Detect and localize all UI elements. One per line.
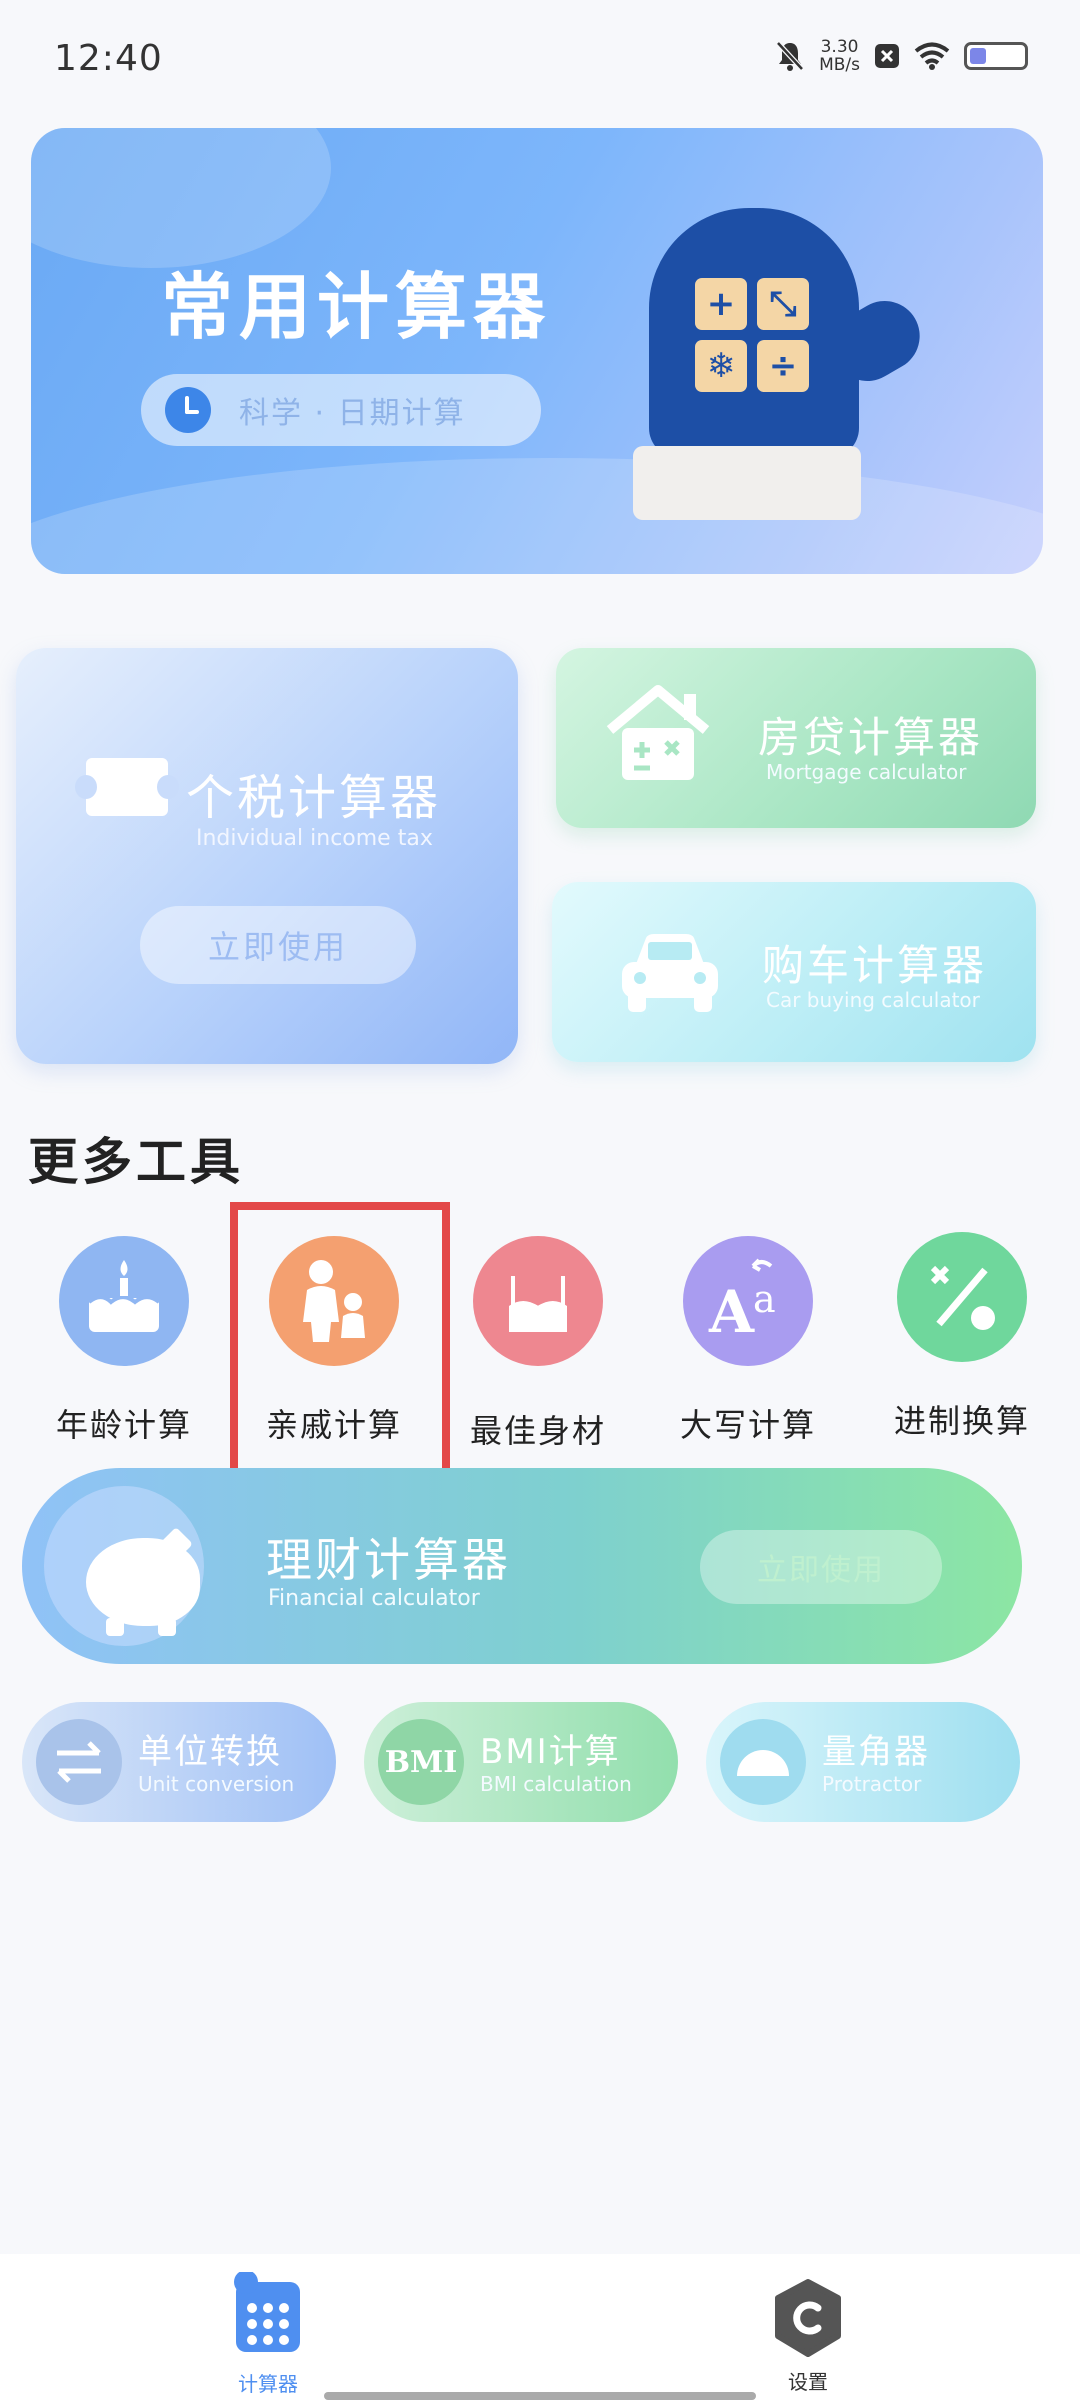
unit-conversion-title: 单位转换 (138, 1732, 282, 1772)
cake-icon (59, 1236, 189, 1366)
banner-title: 常用计算器 (161, 265, 552, 349)
income-tax-card[interactable]: 个税计算器 Individual income tax 立即使用 (16, 648, 518, 1064)
protractor-subtitle: Protractor (822, 1772, 922, 1796)
financial-calculator-card[interactable]: 理财计算器 Financial calculator 立即使用 (22, 1468, 1022, 1664)
network-speed: 3.30 MB/s (819, 38, 860, 74)
bmi-icon: BMI (378, 1719, 464, 1805)
clock-icon (165, 387, 211, 433)
battery-icon (964, 42, 1028, 70)
tool-best-figure[interactable]: 最佳身材 (438, 1236, 638, 1452)
battery-level (970, 48, 986, 64)
notification-x-icon (875, 44, 899, 68)
banner-decoration (31, 128, 331, 268)
tool-age-calculator[interactable]: 年龄计算 (24, 1236, 224, 1446)
tool-base-label: 进制换算 (893, 1402, 1030, 1440)
settings-gear-icon (775, 2279, 841, 2357)
nav-settings-label: 设置 (788, 2370, 828, 2394)
unit-conversion-subtitle: Unit conversion (138, 1772, 295, 1796)
banner-subtitle-pill: 科学 · 日期计算 (141, 374, 541, 446)
finance-card-subtitle: Financial calculator (268, 1586, 480, 1611)
protractor-title: 量角器 (822, 1732, 930, 1772)
mortgage-card-title: 房贷计算器 (758, 713, 984, 762)
piggy-bank-circle (44, 1486, 204, 1646)
expand-key: ⤡ (757, 278, 809, 330)
mortgage-card[interactable]: 房贷计算器 Mortgage calculator (556, 648, 1036, 828)
car-card-title: 购车计算器 (762, 941, 988, 990)
status-time: 12:40 (54, 38, 163, 79)
mitten-calculator-icon: + ⤡ ❄ ÷ (649, 208, 859, 458)
car-card-subtitle: Car buying calculator (766, 988, 980, 1012)
banner-subtitle: 科学 · 日期计算 (239, 396, 466, 431)
house-icon (606, 685, 710, 780)
font-size-icon: A a (683, 1236, 813, 1366)
net-speed-value: 3.30 (820, 37, 859, 57)
mortgage-card-subtitle: Mortgage calculator (766, 760, 967, 784)
net-speed-unit: MB/s (819, 55, 860, 75)
more-tools-title: 更多工具 (28, 1133, 244, 1191)
percent-icon (897, 1232, 1027, 1362)
tool-base-conversion[interactable]: 进制换算 (862, 1232, 1062, 1442)
bmi-pill[interactable]: BMI BMI计算 BMI calculation (364, 1702, 678, 1822)
banner-wave (31, 458, 1043, 574)
protractor-pill[interactable]: 量角器 Protractor (706, 1702, 1020, 1822)
tax-card-title: 个税计算器 (186, 770, 442, 826)
swap-arrows-icon (36, 1719, 122, 1805)
snowflake-key: ❄ (695, 340, 747, 392)
home-indicator[interactable] (324, 2392, 756, 2400)
wifi-icon (914, 42, 950, 70)
tool-uppercase-label: 大写计算 (679, 1406, 816, 1444)
status-icons: 3.30 MB/s (775, 38, 1028, 74)
bottom-navigation: 计算器 设置 (0, 2254, 1080, 2408)
finance-use-now-button[interactable]: 立即使用 (700, 1530, 942, 1604)
piggy-bank-icon (86, 1527, 200, 1636)
svg-text:a: a (753, 1277, 776, 1321)
plus-key: + (695, 278, 747, 330)
highlight-box (230, 1202, 450, 1484)
protractor-icon (720, 1719, 806, 1805)
mute-bell-icon (776, 41, 804, 71)
car-icon (622, 934, 718, 1012)
calculator-icon (234, 2270, 300, 2352)
bmi-title: BMI计算 (480, 1732, 621, 1772)
body-shape-icon (473, 1236, 603, 1366)
nav-calculator[interactable]: 计算器 (188, 2270, 348, 2397)
tool-best-figure-label: 最佳身材 (469, 1412, 606, 1450)
mitten-cuff (633, 446, 861, 520)
ticket-icon (75, 758, 179, 816)
common-calculator-banner[interactable]: 常用计算器 科学 · 日期计算 + ⤡ ❄ ÷ (31, 128, 1043, 574)
nav-settings[interactable]: 设置 (728, 2278, 888, 2395)
bmi-subtitle: BMI calculation (480, 1772, 632, 1796)
unit-conversion-pill[interactable]: 单位转换 Unit conversion (22, 1702, 336, 1822)
divide-key: ÷ (757, 340, 809, 392)
tax-use-now-button[interactable]: 立即使用 (140, 906, 416, 984)
svg-text:A: A (708, 1278, 755, 1346)
finance-card-title: 理财计算器 (266, 1533, 511, 1587)
tool-age-label: 年龄计算 (55, 1406, 192, 1444)
tax-card-subtitle: Individual income tax (196, 826, 433, 851)
car-buying-card[interactable]: 购车计算器 Car buying calculator (552, 882, 1036, 1062)
tool-uppercase-calculator[interactable]: A a 大写计算 (648, 1236, 848, 1446)
